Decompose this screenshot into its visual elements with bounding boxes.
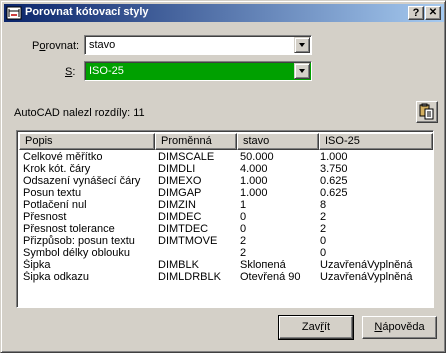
cell-variable: DIMTMOVE bbox=[158, 235, 218, 247]
dimension-style-icon bbox=[6, 6, 22, 20]
table-row[interactable]: Šipka DIMBLK Skloпená UzavřenáVyplněná bbox=[19, 259, 433, 271]
table-row[interactable]: Posun textu DIMGAP 1.000 0.625 bbox=[19, 187, 433, 199]
cell-style-a: 0 bbox=[240, 211, 247, 223]
table-row[interactable]: Přesnost DIMDEC 0 2 bbox=[19, 211, 433, 223]
cell-description: Šipka bbox=[23, 259, 51, 271]
chevron-down-icon[interactable] bbox=[294, 37, 310, 53]
cell-description: Šipka odkazu bbox=[23, 271, 90, 283]
list-rows: Celkové měřítko DIMSCALE 50.000 1.000 Krok k… bbox=[19, 151, 433, 283]
compare-style-value: stavo bbox=[89, 39, 116, 51]
cell-variable: DIMEXO bbox=[158, 175, 202, 187]
cell-style-b: 8 bbox=[320, 199, 327, 211]
cell-variable: DIMTDEC bbox=[158, 223, 209, 235]
table-row[interactable]: Symbol délky oblouku 2 0 bbox=[19, 247, 433, 259]
with-label: S: bbox=[65, 66, 76, 78]
with-style-value: ISO-25 bbox=[88, 65, 125, 78]
list-header: Popis Proměnná stavo ISO-25 bbox=[19, 133, 433, 150]
column-header-style-a[interactable]: stavo bbox=[237, 133, 319, 150]
cell-style-a: 50.000 bbox=[240, 151, 274, 163]
cell-style-b: 0.625 bbox=[320, 187, 348, 199]
copy-to-clipboard-button[interactable] bbox=[416, 101, 438, 123]
close-title-button[interactable]: ✕ bbox=[425, 6, 441, 20]
cell-description: Přizpůsob: posun textu bbox=[23, 235, 135, 247]
table-row[interactable]: Přizpůsob: posun textu DIMTMOVE 2 0 bbox=[19, 235, 433, 247]
cell-style-a: 2 bbox=[240, 235, 247, 247]
differences-status: AutoCAD nalezl rozdíly: 11 bbox=[14, 107, 145, 119]
title-bar: Porovnat kótovací styly ? ✕ bbox=[4, 4, 444, 22]
cell-style-a: 2 bbox=[240, 247, 247, 259]
cell-style-b: 0 bbox=[320, 235, 327, 247]
cell-description: Symbol délky oblouku bbox=[23, 247, 131, 259]
cell-description: Přesnost tolerance bbox=[23, 223, 115, 235]
cell-style-b: 2 bbox=[320, 211, 327, 223]
chevron-down-icon[interactable] bbox=[294, 63, 310, 79]
compare-dimension-styles-dialog: Porovnat kótovací styly ? ✕ Porovnat: st… bbox=[0, 0, 446, 353]
cell-style-b: 2 bbox=[320, 223, 327, 235]
cell-variable: DIMGAP bbox=[158, 187, 202, 199]
table-row[interactable]: Krok kót. čáry DIMDLI 4.000 3.750 bbox=[19, 163, 433, 175]
with-style-combobox[interactable]: ISO-25 bbox=[84, 61, 312, 81]
cell-description: Posun textu bbox=[23, 187, 82, 199]
table-row[interactable]: Odsazení vynášecí čáry DIMEXO 1.000 0.625 bbox=[19, 175, 433, 187]
table-row[interactable]: Potlačení nul DIMZIN 1 8 bbox=[19, 199, 433, 211]
cell-variable: DIMBLK bbox=[158, 259, 199, 271]
cell-description: Krok kót. čáry bbox=[23, 163, 91, 175]
cell-description: Potlačení nul bbox=[23, 199, 87, 211]
cell-variable: DIMDEC bbox=[158, 211, 202, 223]
cell-style-b: UzavřenáVyplněná bbox=[320, 259, 413, 271]
cell-variable: DIMZIN bbox=[158, 199, 196, 211]
cell-style-a: 4.000 bbox=[240, 163, 268, 175]
cell-variable: DIMSCALE bbox=[158, 151, 215, 163]
compare-style-combobox[interactable]: stavo bbox=[84, 35, 312, 55]
column-header-variable[interactable]: Proměnná bbox=[155, 133, 237, 150]
table-row[interactable]: Šipka odkazu DIMLDRBLK Otevřená 90 Uzavřená… bbox=[19, 271, 433, 283]
cell-style-a: 1.000 bbox=[240, 175, 268, 187]
cell-description: Celkové měřítko bbox=[23, 151, 103, 163]
cell-variable: DIMLDRBLK bbox=[158, 271, 221, 283]
clipboard-icon bbox=[419, 103, 434, 120]
cell-style-a: 1.000 bbox=[240, 187, 268, 199]
close-button[interactable]: Zavřít bbox=[278, 315, 354, 340]
cell-description: Přesnost bbox=[23, 211, 67, 223]
cell-style-b: 1.000 bbox=[320, 151, 348, 163]
compare-label: Porovnat: bbox=[32, 40, 80, 52]
cell-style-a: Skloпená bbox=[240, 259, 286, 271]
cell-variable: DIMDLI bbox=[158, 163, 196, 175]
cell-style-a: 1 bbox=[240, 199, 247, 211]
cell-style-b: UzavřenáVyplněná bbox=[320, 271, 413, 283]
cell-style-b: 3.750 bbox=[320, 163, 348, 175]
differences-list[interactable]: Popis Proměnná stavo ISO-25 Celkové měří… bbox=[16, 130, 434, 308]
table-row[interactable]: Přesnost tolerance DIMTDEC 0 2 bbox=[19, 223, 433, 235]
window-title: Porovnat kótovací styly bbox=[25, 6, 149, 18]
cell-style-b: 0 bbox=[320, 247, 327, 259]
column-header-description[interactable]: Popis bbox=[19, 133, 155, 150]
cell-description: Odsazení vynášecí čáry bbox=[23, 175, 141, 187]
column-header-style-b[interactable]: ISO-25 bbox=[319, 133, 433, 150]
cell-style-a: 0 bbox=[240, 223, 247, 235]
table-row[interactable]: Celkové měřítko DIMSCALE 50.000 1.000 bbox=[19, 151, 433, 163]
cell-style-b: 0.625 bbox=[320, 175, 348, 187]
cell-style-a: Otevřená 90 bbox=[240, 271, 301, 283]
help-button[interactable]: Nápověda bbox=[362, 316, 437, 339]
help-title-button[interactable]: ? bbox=[408, 6, 424, 20]
